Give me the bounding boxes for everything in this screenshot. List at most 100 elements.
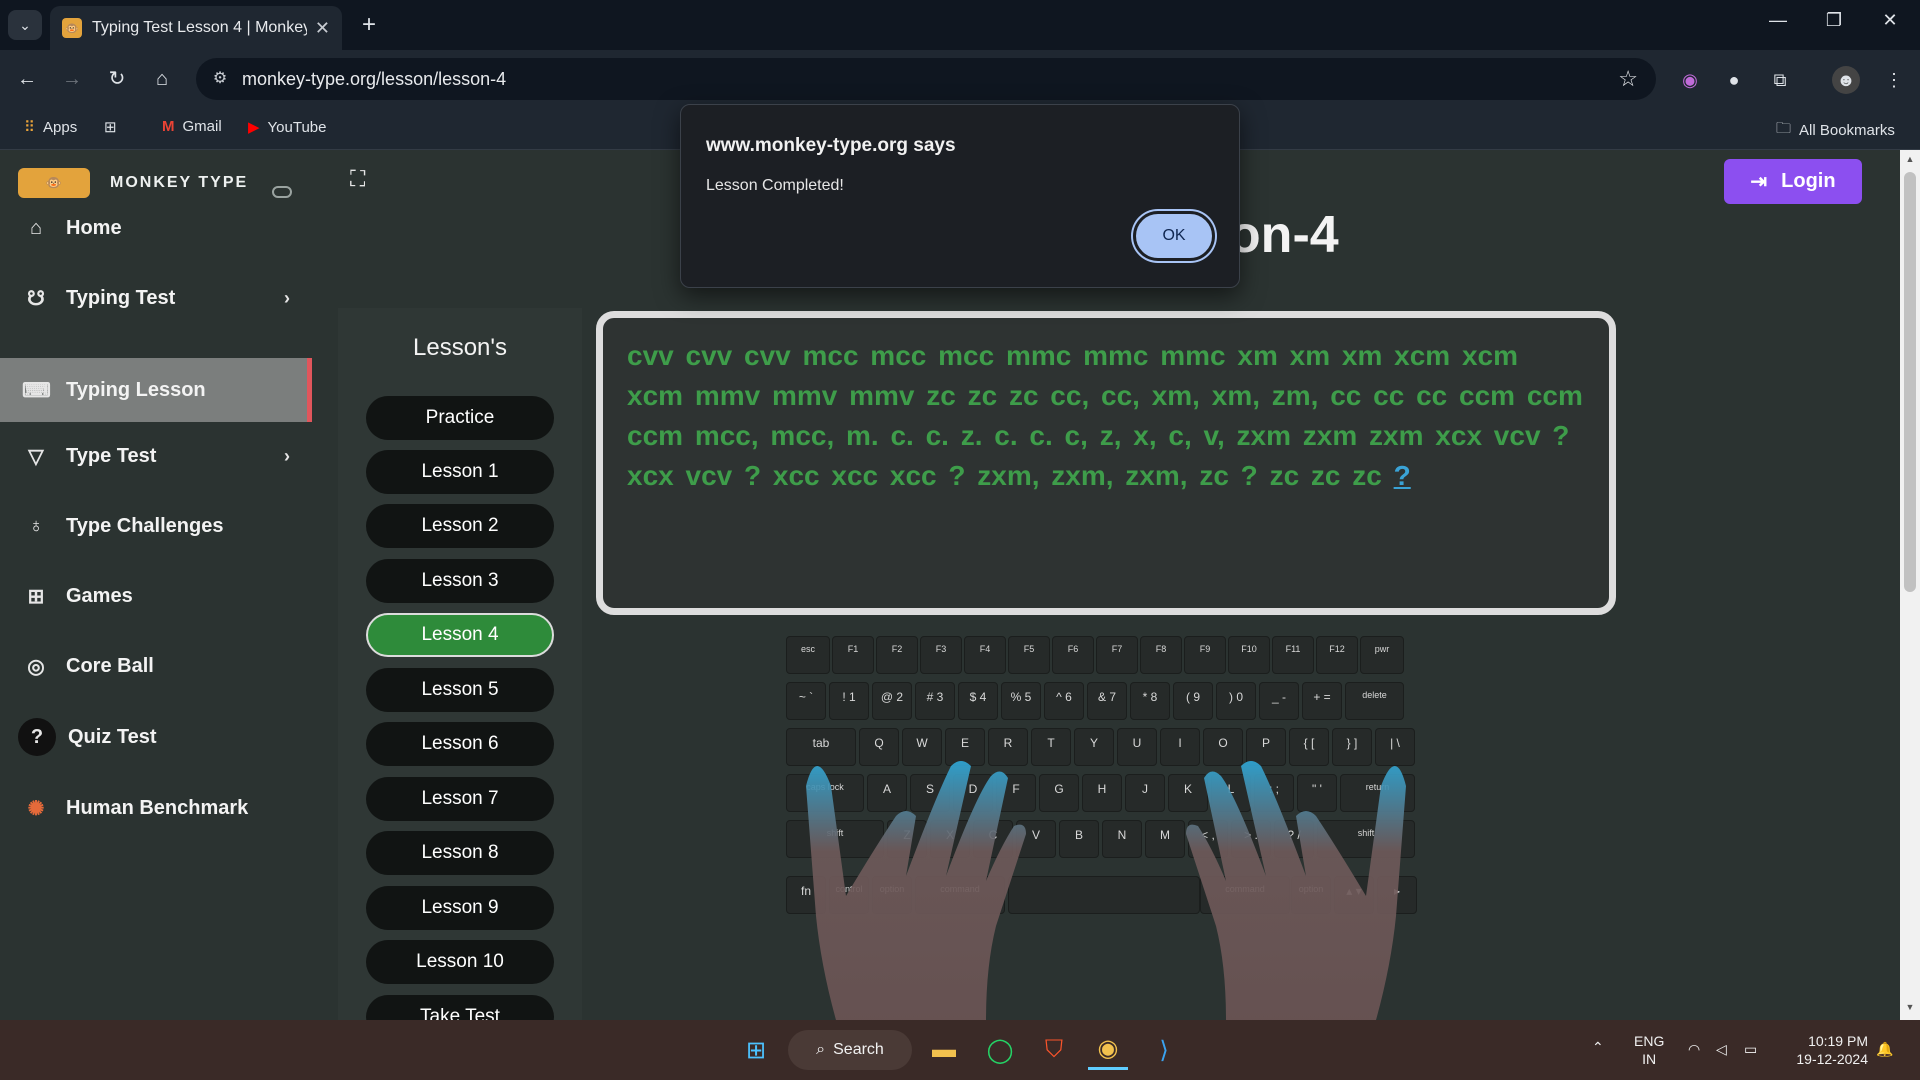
lesson-button[interactable]: Lesson 1 <box>366 450 554 494</box>
keyboard-key: < , <box>1188 820 1228 858</box>
ok-button[interactable]: OK <box>1133 211 1215 261</box>
extension-icon[interactable]: ◉ <box>1676 66 1704 94</box>
battery-icon[interactable]: ▭ <box>1744 1040 1757 1058</box>
keyboard-key: X <box>930 820 970 858</box>
browser-tab[interactable]: 🐵 Typing Test Lesson 4 | Monkey- ✕ <box>50 6 342 50</box>
taskbar-search[interactable]: ⌕ Search <box>788 1030 912 1070</box>
page-scrollbar[interactable]: ▲ ▼ <box>1900 150 1920 1020</box>
scroll-down-icon[interactable]: ▼ <box>1900 1002 1920 1012</box>
restore-button[interactable]: ❐ <box>1814 10 1854 31</box>
lesson-button[interactable]: Lesson 6 <box>366 722 554 766</box>
typing-area[interactable]: cvv cvv cvv mcc mcc mcc mmc mmc mmc xm x… <box>596 311 1616 615</box>
keyboard-key: J <box>1125 774 1165 812</box>
lesson-button[interactable]: Lesson 2 <box>366 504 554 548</box>
bookmark-label: Gmail <box>182 118 222 135</box>
lesson-button[interactable]: Practice <box>366 396 554 440</box>
bookmark-label: YouTube <box>267 118 327 136</box>
clock[interactable]: 10:19 PM 19-12-2024 <box>1786 1032 1868 1068</box>
keyboard-key: O <box>1203 728 1243 766</box>
lesson-button[interactable]: Lesson 3 <box>366 559 554 603</box>
date: 19-12-2024 <box>1796 1051 1868 1067</box>
sidebar-item-typing-test[interactable]: ☋ Typing Test › <box>0 266 312 330</box>
sidebar-item-quiz-test[interactable]: ? Quiz Test <box>0 705 312 769</box>
keyboard-key: T <box>1031 728 1071 766</box>
site-info-icon[interactable]: ⚙ <box>206 65 234 93</box>
github-icon: ☋ <box>27 287 45 310</box>
sidebar-item-home[interactable]: ⌂ Home <box>0 196 312 260</box>
tray-overflow-icon[interactable]: ⌃ <box>1592 1038 1604 1056</box>
lesson-button[interactable]: Lesson 10 <box>366 940 554 984</box>
url-text[interactable]: monkey-type.org/lesson/lesson-4 <box>242 69 506 90</box>
home-icon[interactable]: ⌂ <box>147 64 177 94</box>
keyboard-key: F3 <box>920 636 962 674</box>
brand[interactable]: 🐵 MONKEY TYPE <box>18 168 248 198</box>
all-bookmarks[interactable]: 🗀 All Bookmarks <box>1776 118 1895 143</box>
minimize-button[interactable]: — <box>1758 10 1798 31</box>
youtube-icon: ▶ <box>248 119 260 136</box>
sidebar-item-label: Games <box>66 584 133 607</box>
login-button[interactable]: ⇥ Login <box>1724 159 1862 204</box>
quiz-icon: ? <box>18 718 56 756</box>
keyboard-key: S <box>910 774 950 812</box>
keyboard-key: fn <box>786 876 826 914</box>
lesson-button[interactable]: Lesson 9 <box>366 886 554 930</box>
vscode-icon[interactable]: ⟩ <box>1144 1030 1184 1070</box>
search-label: Search <box>833 1041 884 1058</box>
reload-icon[interactable]: ↻ <box>102 64 132 94</box>
lesson-button[interactable]: Lesson 7 <box>366 777 554 821</box>
sidebar-item-human-benchmark[interactable]: ✺ Human Benchmark <box>0 776 312 840</box>
bookmark-label: Apps <box>43 118 78 136</box>
language-indicator[interactable]: ENG IN <box>1634 1032 1664 1068</box>
dialog-message: Lesson Completed! <box>706 177 844 194</box>
extension-2-icon[interactable]: ● <box>1720 66 1748 94</box>
sidebar-item-core-ball[interactable]: ◎ Core Ball <box>0 634 312 698</box>
keyboard-key: F5 <box>1008 636 1050 674</box>
close-tab-icon[interactable]: ✕ <box>315 18 330 39</box>
keyboard-key: E <box>945 728 985 766</box>
chrome-icon[interactable]: ◉ <box>1088 1030 1128 1070</box>
lesson-button[interactable]: Lesson 4 <box>366 613 554 657</box>
sidebar-item-typing-lesson[interactable]: ⌨ Typing Lesson <box>0 358 312 422</box>
bookmark-gmail[interactable]: M Gmail <box>162 118 222 135</box>
keyboard-key: & 7 <box>1087 682 1127 720</box>
bookmark-youtube[interactable]: ▶ YouTube <box>248 118 327 137</box>
volume-icon[interactable]: ◁ <box>1716 1040 1727 1058</box>
award-icon: ♁ <box>28 514 44 537</box>
close-window-button[interactable]: ✕ <box>1870 10 1910 31</box>
notification-icon[interactable]: 🔔 <box>1876 1040 1893 1058</box>
fullscreen-icon[interactable]: ⛶ <box>350 166 365 192</box>
file-explorer-icon[interactable]: ▬ <box>924 1030 964 1070</box>
back-icon[interactable]: ← <box>12 64 42 94</box>
browser-tab-strip: ⌄ 🐵 Typing Test Lesson 4 | Monkey- ✕ + —… <box>0 0 1920 50</box>
extensions-puzzle-icon[interactable]: ⧉ <box>1766 66 1794 94</box>
scroll-up-icon[interactable]: ▲ <box>1900 154 1920 164</box>
keyboard-key: ~ ` <box>786 682 826 720</box>
scroll-thumb[interactable] <box>1904 172 1916 592</box>
address-bar[interactable]: ⚙ monkey-type.org/lesson/lesson-4 ☆ <box>196 58 1656 100</box>
keyboard-key: Q <box>859 728 899 766</box>
sidebar-item-label: Core Ball <box>66 654 154 677</box>
keyboard-key: " ' <box>1297 774 1337 812</box>
bookmark-apps[interactable]: ⠿ Apps <box>24 118 78 137</box>
whatsapp-icon[interactable]: ◯ <box>980 1030 1020 1070</box>
tab-groups-icon[interactable]: ⊞ <box>104 118 117 136</box>
windows-start-icon[interactable]: ⊞ <box>736 1030 776 1070</box>
brave-icon[interactable]: ⛉ <box>1034 1030 1074 1070</box>
keyboard-key: F8 <box>1140 636 1182 674</box>
bookmark-star-icon[interactable]: ☆ <box>1618 66 1638 92</box>
keyboard-key: @ 2 <box>872 682 912 720</box>
forward-icon[interactable]: → <box>57 64 87 94</box>
menu-dots-icon[interactable]: ⋮ <box>1880 66 1908 94</box>
wifi-icon[interactable]: ◠ <box>1688 1040 1700 1058</box>
lesson-button[interactable]: Lesson 5 <box>366 668 554 712</box>
new-tab-button[interactable]: + <box>354 10 384 40</box>
gmail-icon: M <box>162 118 175 135</box>
tab-search-button[interactable]: ⌄ <box>8 10 42 40</box>
profile-avatar[interactable]: ☻ <box>1832 66 1860 94</box>
sidebar-item-type-test[interactable]: ▽ Type Test › <box>0 424 312 488</box>
sidebar-item-games[interactable]: ⊞ Games <box>0 564 312 628</box>
keyboard-key: ▴ ▾ <box>1334 876 1374 914</box>
lesson-button[interactable]: Lesson 8 <box>366 831 554 875</box>
sidebar-item-type-challenges[interactable]: ♁ Type Challenges <box>0 494 312 558</box>
keyboard-key: _ - <box>1259 682 1299 720</box>
